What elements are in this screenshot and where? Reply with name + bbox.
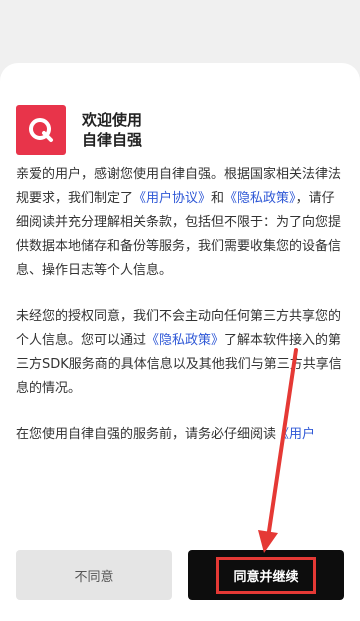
privacy-dialog: 欢迎使用 自律自强 亲爱的用户，感谢您使用自律自强。根据国家相关法律法规要求，我… <box>0 63 360 621</box>
user-agreement-link[interactable]: 《用户协议》 <box>133 191 211 206</box>
paragraph-1: 亲爱的用户，感谢您使用自律自强。根据国家相关法律法规要求，我们制定了《用户协议》… <box>16 163 346 283</box>
app-title: 欢迎使用 自律自强 <box>82 110 142 150</box>
app-name-text: 自律自强 <box>82 131 143 149</box>
privacy-policy-link[interactable]: 《隐私政策》 <box>224 191 296 206</box>
paragraph-1-text-b: 和 <box>211 191 225 206</box>
q-logo-icon <box>16 105 66 155</box>
paragraph-3: 在您使用自律自强的服务前，请务必仔细阅读《用户 <box>16 423 346 447</box>
agree-button-label: 同意并继续 <box>216 556 316 594</box>
agreement-content[interactable]: 亲爱的用户，感谢您使用自律自强。根据国家相关法律法规要求，我们制定了《用户协议》… <box>16 163 346 543</box>
welcome-text: 欢迎使用 <box>82 111 143 129</box>
user-agreement-link-2[interactable]: 《用户 <box>276 427 315 442</box>
disagree-button-label: 不同意 <box>74 569 114 585</box>
paragraph-2: 未经您的授权同意，我们不会主动向任何第三方共享您的个人信息。您可以通过《隐私政策… <box>16 305 346 401</box>
paragraph-3-text-a: 在您使用自律自强的服务前，请务必仔细阅读 <box>16 427 277 442</box>
dialog-header: 欢迎使用 自律自强 <box>16 105 142 155</box>
privacy-policy-link-2[interactable]: 《隐私政策》 <box>146 333 224 348</box>
disagree-button[interactable]: 不同意 <box>16 550 172 600</box>
agree-and-continue-button[interactable]: 同意并继续 <box>188 550 344 600</box>
action-bar: 不同意 同意并继续 <box>0 548 360 621</box>
